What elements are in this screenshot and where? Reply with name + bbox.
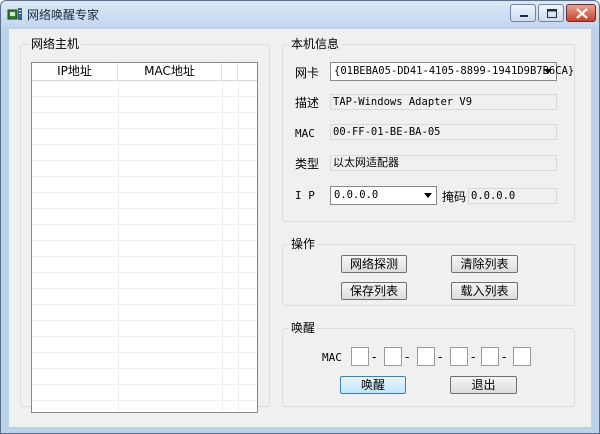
chevron-down-icon xyxy=(544,69,552,74)
mac-separator: - xyxy=(502,350,507,364)
maximize-button[interactable] xyxy=(538,4,564,22)
main-window: 网络唤醒专家 网络主机 IP地址 MAC地址 本机信息 网卡 {01BEBA05… xyxy=(0,0,600,434)
ip-label: I P xyxy=(295,189,315,202)
mac-octet-1[interactable] xyxy=(351,347,369,366)
table-row xyxy=(32,225,257,241)
table-row xyxy=(32,193,257,209)
mac-field: 00-FF-01-BE-BA-05 xyxy=(330,124,557,140)
wake-mac-label: MAC xyxy=(322,351,342,364)
close-button[interactable] xyxy=(566,4,596,22)
table-row xyxy=(32,97,257,113)
close-icon xyxy=(576,8,588,19)
hosts-group: 网络主机 IP地址 MAC地址 xyxy=(20,37,270,413)
type-field: 以太网适配器 xyxy=(330,155,557,171)
minimize-button[interactable] xyxy=(510,4,536,22)
host-list-header: IP地址 MAC地址 xyxy=(32,63,257,81)
exit-button[interactable]: 退出 xyxy=(450,376,517,394)
table-row xyxy=(32,177,257,193)
column-extra[interactable] xyxy=(222,63,238,81)
table-row xyxy=(32,81,257,97)
ip-select[interactable]: 0.0.0.0 xyxy=(330,186,437,205)
chevron-down-icon xyxy=(424,193,432,198)
table-row xyxy=(32,129,257,145)
table-row xyxy=(32,241,257,257)
mac-separator: - xyxy=(438,350,443,364)
table-row xyxy=(32,321,257,337)
nic-select-value: {01BEBA05-DD41-4105-8899-1941D9B7B6CA} xyxy=(334,65,575,77)
table-row xyxy=(32,337,257,353)
mask-field: 0.0.0.0 xyxy=(468,188,557,204)
nic-label: 网卡 xyxy=(295,66,320,80)
table-row xyxy=(32,305,257,321)
wake-group: 唤醒 xyxy=(282,321,575,407)
hosts-legend: 网络主机 xyxy=(29,37,82,51)
host-list[interactable]: IP地址 MAC地址 xyxy=(31,62,258,413)
minimize-icon xyxy=(520,15,528,17)
network-app-icon xyxy=(7,8,22,20)
table-row xyxy=(32,209,257,225)
ip-select-value: 0.0.0.0 xyxy=(334,189,379,201)
maximize-icon xyxy=(547,9,557,18)
window-title: 网络唤醒专家 xyxy=(27,8,100,22)
desc-field: TAP-Windows Adapter V9 xyxy=(330,94,557,110)
table-row xyxy=(32,385,257,401)
operations-group: 操作 网络探测 清除列表 保存列表 载入列表 xyxy=(282,237,575,306)
mac-separator: - xyxy=(405,350,410,364)
nic-select[interactable]: {01BEBA05-DD41-4105-8899-1941D9B7B6CA} xyxy=(330,62,574,81)
mac-separator: - xyxy=(471,350,476,364)
desc-label: 描述 xyxy=(295,96,320,110)
mac-octet-2[interactable] xyxy=(384,347,402,366)
table-row xyxy=(32,113,257,129)
title-bar[interactable]: 网络唤醒专家 xyxy=(1,1,599,27)
clear-list-button[interactable]: 清除列表 xyxy=(451,255,518,273)
local-info-group: 本机信息 网卡 {01BEBA05-DD41-4105-8899-1941D9B… xyxy=(282,37,575,222)
mac-label: MAC xyxy=(295,127,315,140)
table-row xyxy=(32,401,257,412)
mac-octet-4[interactable] xyxy=(450,347,468,366)
table-row xyxy=(32,369,257,385)
mac-octet-3[interactable] xyxy=(417,347,435,366)
scan-button[interactable]: 网络探测 xyxy=(341,255,407,273)
wake-legend: 唤醒 xyxy=(289,321,318,335)
mac-octet-5[interactable] xyxy=(481,347,499,366)
type-label: 类型 xyxy=(295,157,320,171)
local-info-legend: 本机信息 xyxy=(289,37,342,51)
table-row xyxy=(32,145,257,161)
mac-separator: - xyxy=(372,350,377,364)
wake-button[interactable]: 唤醒 xyxy=(340,376,406,394)
table-row xyxy=(32,289,257,305)
column-mac[interactable]: MAC地址 xyxy=(118,63,222,81)
mask-label: 掩码 xyxy=(442,190,467,204)
column-ip[interactable]: IP地址 xyxy=(32,63,118,81)
load-list-button[interactable]: 载入列表 xyxy=(451,282,518,300)
operations-legend: 操作 xyxy=(289,237,318,251)
save-list-button[interactable]: 保存列表 xyxy=(341,282,407,300)
client-area: 网络主机 IP地址 MAC地址 本机信息 网卡 {01BEBA05-DD41-4… xyxy=(9,29,591,427)
table-row xyxy=(32,273,257,289)
table-row xyxy=(32,353,257,369)
table-row xyxy=(32,257,257,273)
table-row xyxy=(32,161,257,177)
mac-octet-6[interactable] xyxy=(513,347,531,366)
